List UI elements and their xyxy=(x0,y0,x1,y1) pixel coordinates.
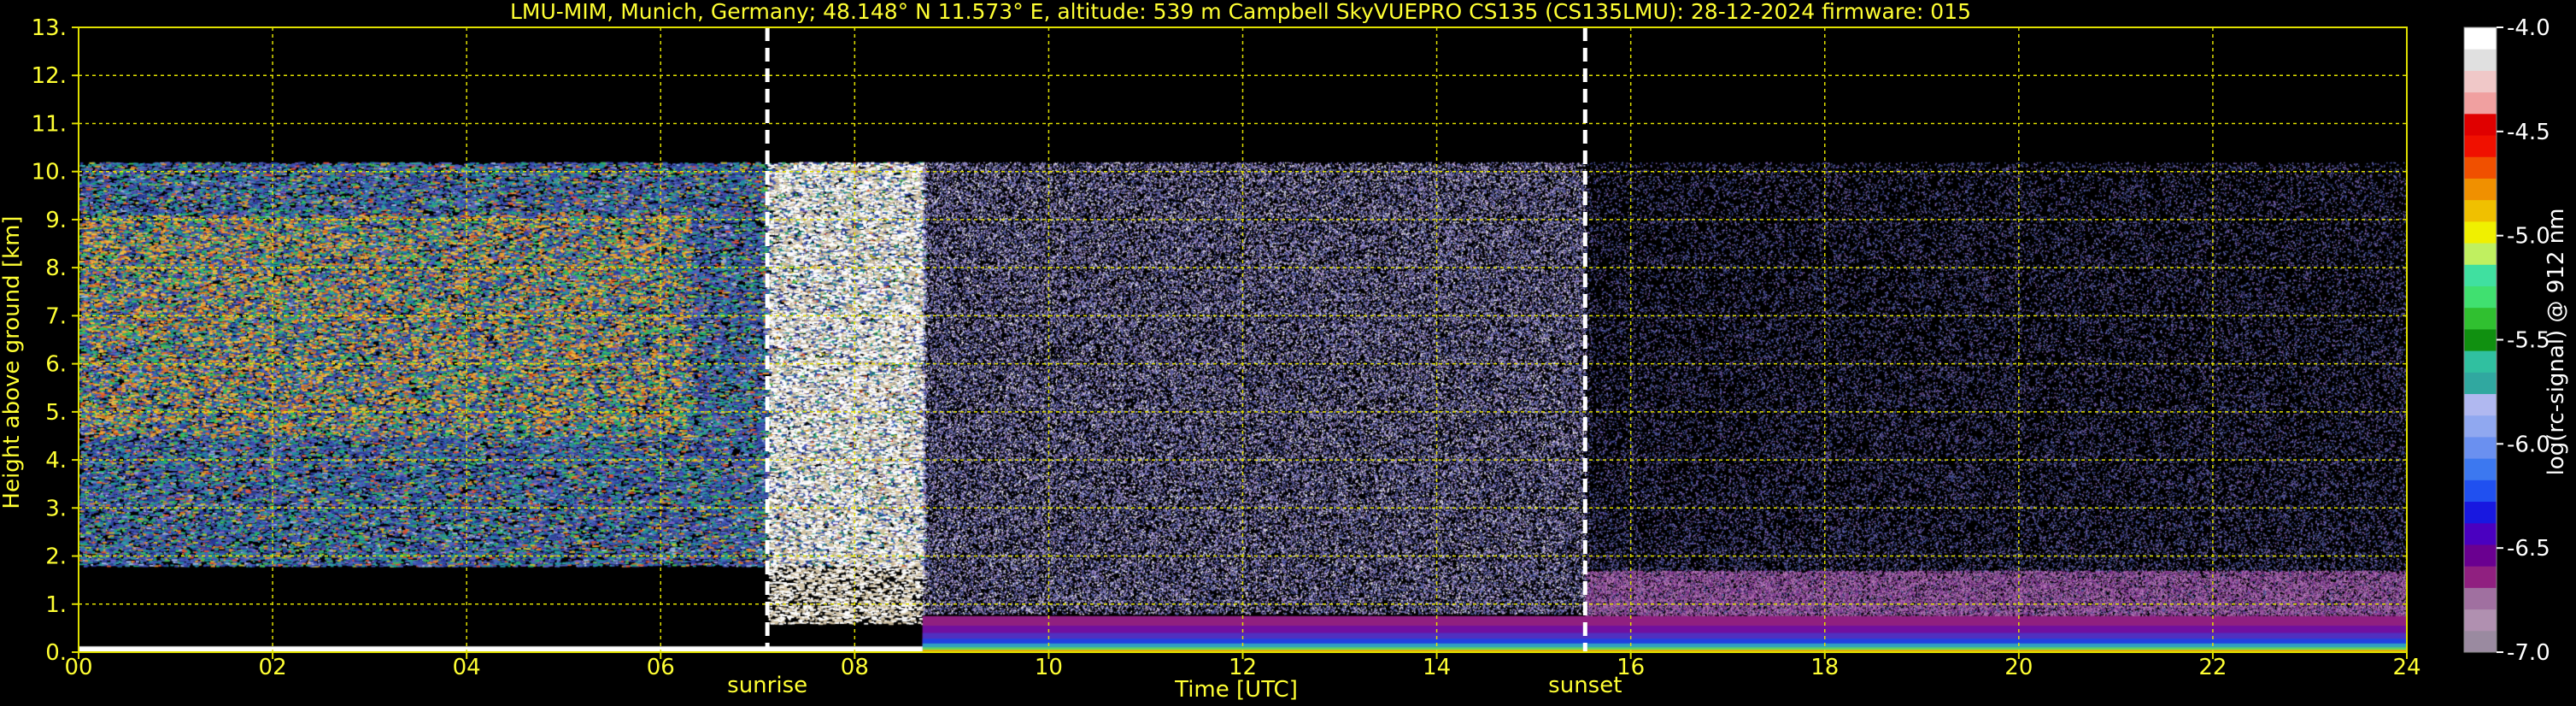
colorbar-swatch xyxy=(2464,27,2497,50)
colorbar-swatch xyxy=(2464,91,2497,115)
colorbar-swatch xyxy=(2464,199,2497,222)
colorbar-tick-label: -4.5 xyxy=(2507,120,2550,145)
colorbar-swatch xyxy=(2464,566,2497,588)
y-axis-label: Height above ground [km] xyxy=(0,215,25,509)
colorbar-swatch xyxy=(2464,243,2497,265)
y-tick-label: 11. xyxy=(32,111,67,137)
y-tick-label: 3. xyxy=(45,496,67,521)
x-tick-label: 06 xyxy=(647,655,675,680)
y-tick-label: 2. xyxy=(45,544,67,570)
colorbar-swatch xyxy=(2464,630,2497,653)
colorbar-tick-label: -7.0 xyxy=(2507,640,2550,666)
x-tick-label: 10 xyxy=(1035,655,1063,680)
x-tick-label: 14 xyxy=(1423,655,1451,680)
y-tick-label: 6. xyxy=(45,352,67,378)
y-tick-label: 4. xyxy=(45,448,67,474)
x-tick-label: 00 xyxy=(64,655,92,680)
colorbar-swatch xyxy=(2464,70,2497,93)
marker-label-sunset: sunset xyxy=(1548,673,1622,698)
x-tick-label: 16 xyxy=(1617,655,1645,680)
x-tick-label: 22 xyxy=(2198,655,2227,680)
colorbar-swatch xyxy=(2464,587,2497,610)
colorbar-swatch xyxy=(2464,49,2497,71)
colorbar-swatch xyxy=(2464,113,2497,136)
colorbar-swatch xyxy=(2464,393,2497,416)
y-tick-label: 13. xyxy=(32,15,67,41)
colorbar-swatch xyxy=(2464,328,2497,351)
colorbar-swatch xyxy=(2464,156,2497,179)
colorbar-tick-label: -6.5 xyxy=(2507,536,2550,562)
colorbar-swatch xyxy=(2464,372,2497,395)
marker-label-sunrise: sunrise xyxy=(727,673,807,698)
y-tick-label: 10. xyxy=(32,160,67,185)
y-tick-label: 8. xyxy=(45,256,67,281)
x-tick-label: 02 xyxy=(259,655,287,680)
colorbar-swatch xyxy=(2464,178,2497,201)
x-tick-label: 24 xyxy=(2392,655,2421,680)
colorbar-tick-label: -4.0 xyxy=(2507,15,2550,41)
x-tick-label: 08 xyxy=(841,655,869,680)
colorbar-swatch xyxy=(2464,415,2497,438)
colorbar-swatch xyxy=(2464,479,2497,503)
x-tick-label: 20 xyxy=(2004,655,2033,680)
y-tick-label: 9. xyxy=(45,208,67,233)
colorbar-swatch xyxy=(2464,436,2497,459)
y-tick-label: 5. xyxy=(45,400,67,426)
colorbar-swatch xyxy=(2464,522,2497,545)
x-axis-label: Time [UTC] xyxy=(1174,677,1298,703)
colorbar-swatch xyxy=(2464,501,2497,524)
colorbar-swatch xyxy=(2464,544,2497,567)
colorbar-label: log(rc-signal) @ 912 nm xyxy=(2544,209,2569,476)
y-tick-label: 0. xyxy=(45,640,67,666)
backscatter-image xyxy=(79,27,2407,652)
colorbar-swatch xyxy=(2464,135,2497,157)
colorbar-swatch xyxy=(2464,609,2497,632)
x-tick-label: 04 xyxy=(453,655,481,680)
colorbar-swatch xyxy=(2464,264,2497,286)
ceilometer-chart: LMU-MIM, Munich, Germany; 48.148° N 11.5… xyxy=(0,0,2569,703)
plot-area xyxy=(79,27,2407,652)
colorbar-swatch xyxy=(2464,285,2497,309)
chart-title: LMU-MIM, Munich, Germany; 48.148° N 11.5… xyxy=(510,0,1971,24)
colorbar-swatch xyxy=(2464,307,2497,330)
colorbar-swatch xyxy=(2464,350,2497,373)
x-tick-label: 18 xyxy=(1810,655,1839,680)
colorbar-swatch xyxy=(2464,458,2497,480)
colorbar: -4.0-4.5-5.0-5.5-6.0-6.5-7.0 xyxy=(2463,15,2550,666)
y-tick-label: 1. xyxy=(45,592,67,618)
y-tick-label: 12. xyxy=(32,63,67,89)
y-tick-label: 7. xyxy=(45,303,67,329)
colorbar-swatch xyxy=(2464,221,2497,244)
